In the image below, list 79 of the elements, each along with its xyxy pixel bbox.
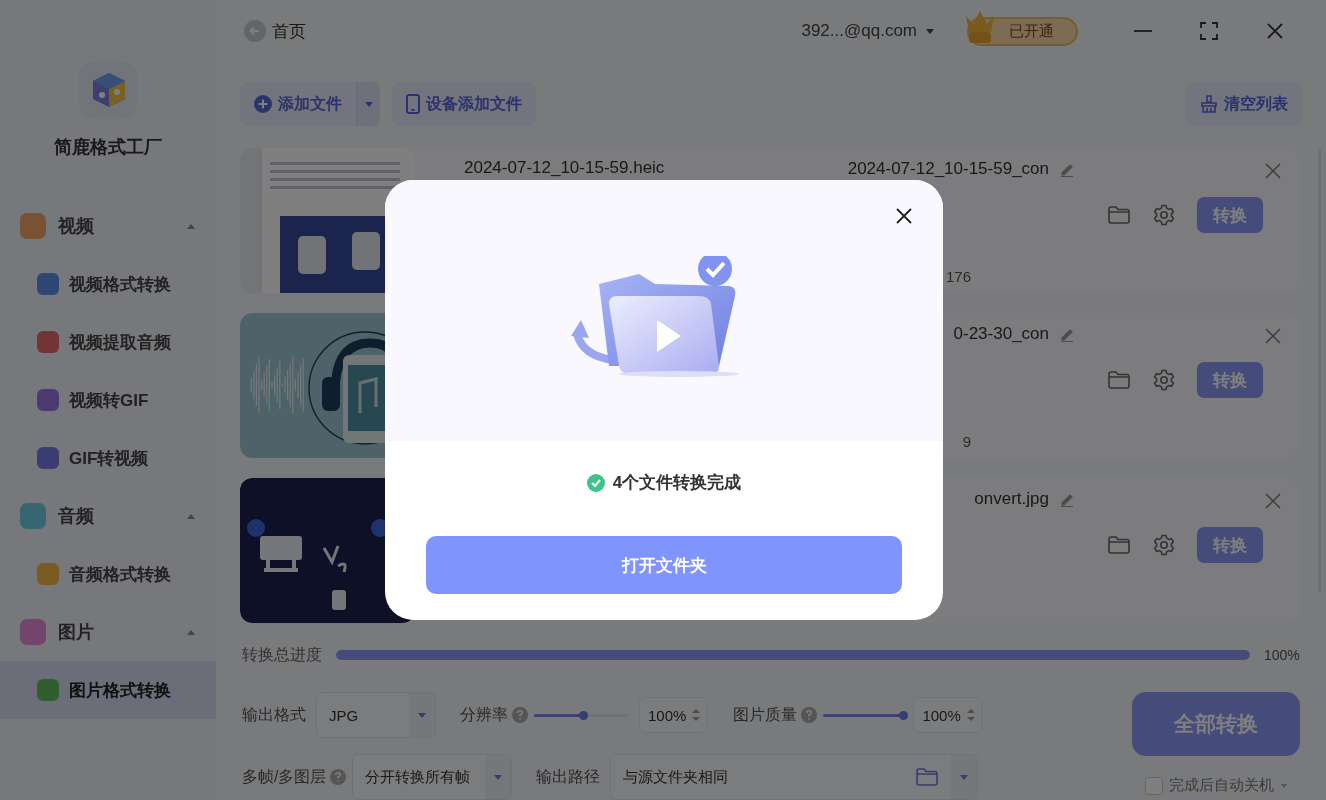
sidebar-item[interactable]: 视频提取音频	[0, 313, 216, 371]
caret-icon	[363, 100, 374, 108]
caret-icon[interactable]	[925, 27, 935, 35]
app-name: 简鹿格式工厂	[54, 136, 162, 159]
fullscreen-icon[interactable]	[1200, 22, 1218, 40]
tool-icon	[37, 331, 59, 353]
field-label: 多帧/多图层	[242, 766, 327, 787]
number-field[interactable]: 100%	[913, 697, 982, 733]
group-label: 图片	[58, 621, 95, 644]
output-file-name: onvert.jpg	[974, 489, 1049, 509]
field-label: 图片质量	[733, 704, 798, 725]
caret-icon	[959, 773, 970, 781]
remove-icon[interactable]	[1264, 327, 1282, 345]
sidebar-item[interactable]: 视频格式转换	[0, 255, 216, 313]
folder-icon[interactable]	[1107, 534, 1131, 556]
caret-icon	[493, 773, 504, 781]
field-label: 输出路径	[536, 766, 601, 787]
category-icon	[20, 503, 46, 529]
help-icon	[330, 769, 347, 785]
sidebar-item[interactable]: 视频转GIF	[0, 371, 216, 429]
caret-icon	[1279, 782, 1288, 789]
settings-icon[interactable]	[1152, 533, 1176, 557]
app-logo	[79, 61, 137, 119]
spinner-icon	[692, 708, 701, 722]
file-detail: 9	[962, 433, 971, 450]
settings-icon[interactable]	[1152, 203, 1176, 227]
dropdown-button[interactable]	[356, 82, 380, 126]
settings-icon[interactable]	[1152, 368, 1176, 392]
checkbox-label: 完成后自动关机	[1168, 776, 1274, 795]
field-label: 分辨率	[460, 704, 508, 725]
broom-icon	[1200, 95, 1218, 113]
device-add-button[interactable]: 设备添加文件	[392, 82, 536, 126]
phone-icon	[406, 94, 420, 114]
folder-icon[interactable]	[915, 766, 940, 788]
sidebar-item[interactable]: 音频格式转换	[0, 545, 216, 603]
tool-icon	[37, 273, 59, 295]
tool-icon	[37, 679, 59, 701]
file-detail: 176	[945, 268, 971, 285]
remove-icon[interactable]	[1264, 492, 1282, 510]
account-email[interactable]: 392...@qq.com	[801, 21, 917, 41]
success-icon	[586, 473, 605, 492]
sidebar-group[interactable]: 图片	[0, 603, 216, 661]
category-icon	[20, 213, 46, 239]
output-format-select[interactable]: JPG	[316, 692, 436, 738]
sidebar-group[interactable]: 视频	[0, 197, 216, 255]
category-icon	[20, 619, 46, 645]
group-label: 视频	[58, 215, 95, 238]
plus-icon	[254, 95, 272, 113]
tool-icon	[37, 563, 59, 585]
back-button[interactable]: 首页	[244, 19, 306, 43]
help-icon	[801, 707, 818, 723]
status-message: 4个文件转换完成	[612, 472, 742, 494]
sidebar-group[interactable]: 音频	[0, 487, 216, 545]
clear-list-button[interactable]: 清空列表	[1186, 82, 1302, 126]
tool-icon	[37, 389, 59, 411]
add-file-button[interactable]: 添加文件	[240, 82, 356, 126]
help-icon	[512, 707, 528, 723]
progress-label: 转换总进度	[242, 644, 322, 665]
field-label: 输出格式	[242, 704, 306, 725]
close-icon[interactable]	[895, 207, 913, 225]
sidebar-item[interactable]: 图片格式转换	[0, 661, 216, 719]
checkbox[interactable]	[1144, 776, 1163, 795]
number-field[interactable]: 100%	[639, 697, 708, 733]
source-file-name: 2024-07-12_10-15-59.heic	[464, 158, 665, 177]
slider[interactable]	[534, 713, 629, 717]
group-label: 音频	[58, 505, 95, 528]
output-file-name: 0-23-30_con	[953, 324, 1049, 344]
folder-icon[interactable]	[1107, 204, 1131, 226]
remove-icon[interactable]	[1264, 162, 1282, 180]
spinner-icon	[966, 708, 975, 722]
output-file-name: 2024-07-12_10-15-59_con	[847, 159, 1049, 179]
open-folder-button[interactable]: 打开文件夹	[426, 536, 902, 594]
frames-select[interactable]: 分开转换所有帧	[352, 754, 513, 800]
sidebar-item[interactable]: GIF转视频	[0, 429, 216, 487]
folder-icon[interactable]	[1107, 369, 1131, 391]
tool-icon	[37, 447, 59, 469]
progress-value: 100%	[1264, 647, 1300, 663]
caret-icon	[417, 711, 427, 719]
output-path-select[interactable]: 与源文件夹相同	[610, 754, 979, 800]
